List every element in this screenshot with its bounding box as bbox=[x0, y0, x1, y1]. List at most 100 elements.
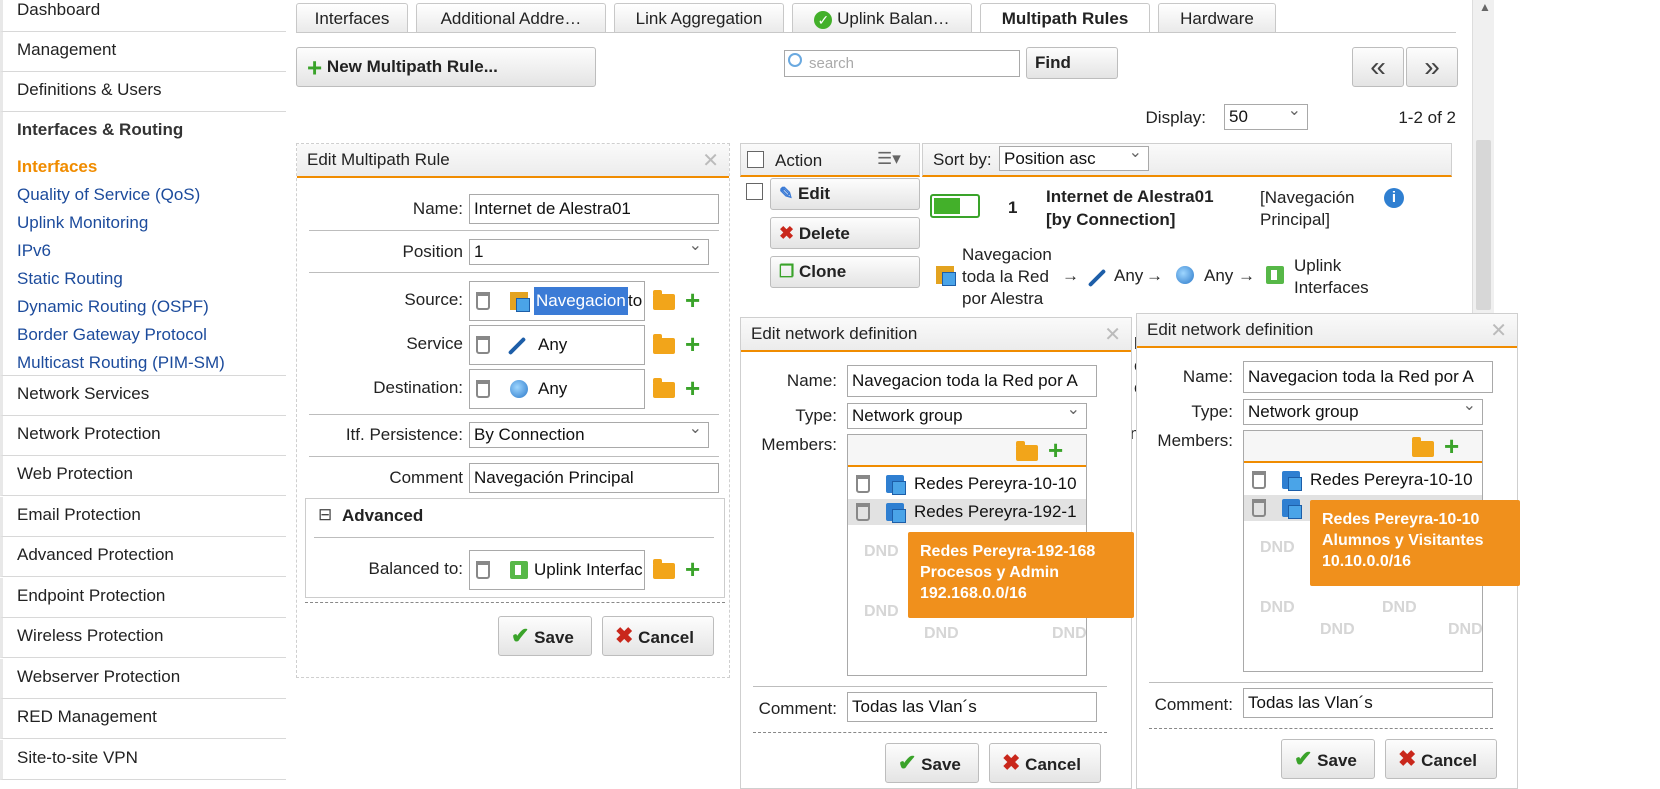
folder-icon[interactable] bbox=[653, 559, 675, 579]
next-page-button[interactable]: » bbox=[1406, 47, 1458, 87]
uplink-interfaces-icon bbox=[510, 561, 528, 579]
sidebar-item-management[interactable]: Management bbox=[0, 32, 286, 72]
list-item[interactable]: Redes Pereyra-10-10 bbox=[848, 471, 1086, 497]
cancel-button[interactable]: ✖ Cancel bbox=[602, 616, 714, 656]
network-name-input[interactable]: Navegacion toda la Red por A bbox=[1243, 361, 1493, 393]
balanced-to-field[interactable]: Uplink Interfac bbox=[469, 550, 645, 590]
advanced-heading[interactable]: Advanced bbox=[342, 506, 423, 526]
tab-interfaces[interactable]: Interfaces bbox=[296, 3, 408, 33]
tab-uplink-balancing[interactable]: ✓ Uplink Balan… bbox=[792, 3, 972, 33]
find-button[interactable]: Find bbox=[1026, 47, 1118, 79]
destination-field[interactable]: Any bbox=[469, 369, 645, 409]
folder-icon[interactable] bbox=[1412, 437, 1434, 457]
add-icon[interactable]: + bbox=[1048, 437, 1063, 463]
trash-icon[interactable] bbox=[476, 292, 490, 310]
folder-icon[interactable] bbox=[653, 334, 675, 354]
sidebar-subitem-uplink-monitoring[interactable]: Uplink Monitoring bbox=[17, 213, 148, 233]
collapse-icon[interactable]: ⊟ bbox=[318, 505, 332, 525]
sidebar-item-email-protection[interactable]: Email Protection bbox=[0, 497, 286, 537]
sidebar-item-endpoint-protection[interactable]: Endpoint Protection bbox=[0, 578, 286, 618]
globe-icon bbox=[510, 380, 528, 398]
source-field[interactable]: Navegacion to bbox=[469, 281, 645, 321]
folder-icon[interactable] bbox=[653, 378, 675, 398]
comment-input[interactable]: Navegación Principal bbox=[469, 463, 719, 493]
edit-rule-button[interactable]: ✎ Edit bbox=[770, 178, 920, 210]
add-icon[interactable]: + bbox=[685, 556, 700, 582]
folder-icon[interactable] bbox=[1016, 441, 1038, 461]
close-icon[interactable]: ✕ bbox=[1490, 318, 1507, 343]
sidebar-subitem-static-routing[interactable]: Static Routing bbox=[17, 269, 123, 289]
rule-status-toggle[interactable] bbox=[930, 194, 980, 218]
trash-icon[interactable] bbox=[476, 561, 490, 579]
trash-icon[interactable] bbox=[1252, 499, 1266, 517]
sidebar-item-network-protection[interactable]: Network Protection bbox=[0, 416, 286, 456]
rule-name-input[interactable]: Internet de Alestra01 bbox=[469, 194, 719, 224]
comment-input[interactable]: Todas las Vlan´s bbox=[1243, 688, 1493, 718]
tab-hardware[interactable]: Hardware bbox=[1158, 3, 1276, 33]
trash-icon[interactable] bbox=[1252, 471, 1266, 489]
position-select[interactable]: 1 bbox=[469, 239, 709, 265]
save-button[interactable]: ✔ Save bbox=[885, 743, 979, 783]
persistence-select[interactable]: By Connection bbox=[469, 422, 709, 448]
sidebar-subitem-qos[interactable]: Quality of Service (QoS) bbox=[17, 185, 200, 205]
scrollbar-thumb[interactable] bbox=[1476, 140, 1491, 310]
network-name-input[interactable]: Navegacion toda la Red por A bbox=[847, 365, 1097, 397]
add-icon[interactable]: + bbox=[685, 375, 700, 401]
sidebar-subitem-ipv6[interactable]: IPv6 bbox=[17, 241, 51, 261]
sort-select[interactable]: Position asc bbox=[999, 146, 1149, 171]
close-icon[interactable]: ✕ bbox=[1104, 322, 1121, 347]
tab-multipath-rules[interactable]: Multipath Rules bbox=[980, 3, 1150, 33]
button-label: Cancel bbox=[638, 628, 694, 647]
sidebar-item-webserver-protection[interactable]: Webserver Protection bbox=[0, 659, 286, 699]
list-menu-icon[interactable]: ☰▾ bbox=[877, 149, 901, 169]
folder-icon[interactable] bbox=[653, 290, 675, 310]
sidebar-subitem-bgp[interactable]: Border Gateway Protocol bbox=[17, 325, 207, 345]
type-select[interactable]: Network group bbox=[847, 403, 1087, 429]
sidebar-item-site-to-site-vpn[interactable]: Site-to-site VPN bbox=[0, 740, 286, 780]
sidebar-subitem-multicast[interactable]: Multicast Routing (PIM-SM) bbox=[17, 353, 225, 373]
sidebar-subitem-interfaces[interactable]: Interfaces bbox=[17, 157, 97, 177]
save-button[interactable]: ✔ Save bbox=[498, 616, 592, 656]
delete-rule-button[interactable]: ✖ Delete bbox=[770, 217, 920, 249]
sidebar-subitem-ospf[interactable]: Dynamic Routing (OSPF) bbox=[17, 297, 209, 317]
new-multipath-rule-button[interactable]: + New Multipath Rule... bbox=[296, 47, 596, 87]
rule-service: Any bbox=[1114, 266, 1144, 285]
sidebar-item-network-services[interactable]: Network Services bbox=[0, 376, 286, 416]
add-icon[interactable]: + bbox=[685, 287, 700, 313]
cancel-button[interactable]: ✖ Cancel bbox=[989, 743, 1101, 783]
sidebar-item-advanced-protection[interactable]: Advanced Protection bbox=[0, 537, 286, 577]
add-icon[interactable]: + bbox=[1444, 433, 1459, 459]
trash-icon[interactable] bbox=[476, 336, 490, 354]
trash-icon[interactable] bbox=[856, 503, 870, 521]
list-item[interactable]: Redes Pereyra-192-1 bbox=[848, 499, 1086, 525]
search-input[interactable]: search bbox=[784, 50, 1020, 77]
list-item[interactable]: Redes Pereyra-10-10 bbox=[1244, 467, 1482, 493]
trash-icon[interactable] bbox=[856, 475, 870, 493]
comment-input[interactable]: Todas las Vlan´s bbox=[847, 692, 1097, 722]
type-select[interactable]: Network group bbox=[1243, 399, 1483, 425]
sidebar-item-red-management[interactable]: RED Management bbox=[0, 699, 286, 739]
sidebar-item-dashboard[interactable]: Dashboard bbox=[0, 0, 286, 32]
input-value: Navegación Principal bbox=[474, 468, 634, 487]
service-field[interactable]: Any bbox=[469, 325, 645, 365]
clone-rule-button[interactable]: ❐ Clone bbox=[770, 256, 920, 288]
sidebar-item-definitions[interactable]: Definitions & Users bbox=[0, 72, 286, 112]
scroll-up-icon[interactable]: ▲ bbox=[1479, 0, 1491, 14]
trash-icon[interactable] bbox=[476, 380, 490, 398]
add-icon[interactable]: + bbox=[685, 331, 700, 357]
sidebar-item-web-protection[interactable]: Web Protection bbox=[0, 456, 286, 496]
tab-link-aggregation[interactable]: Link Aggregation bbox=[614, 3, 784, 33]
cancel-button[interactable]: ✖ Cancel bbox=[1385, 739, 1497, 779]
button-label: Find bbox=[1035, 53, 1071, 72]
display-select[interactable]: 50 bbox=[1224, 104, 1308, 130]
rule-row-checkbox[interactable] bbox=[746, 183, 763, 200]
save-button[interactable]: ✔ Save bbox=[1281, 739, 1375, 779]
button-label: Delete bbox=[798, 224, 850, 243]
previous-page-button[interactable]: « bbox=[1352, 47, 1404, 87]
close-icon[interactable]: ✕ bbox=[702, 148, 719, 173]
select-all-checkbox[interactable] bbox=[747, 151, 764, 168]
tab-additional-addresses[interactable]: Additional Addre… bbox=[416, 3, 606, 33]
sidebar-item-wireless-protection[interactable]: Wireless Protection bbox=[0, 618, 286, 658]
info-icon[interactable]: i bbox=[1384, 188, 1404, 208]
arrow-icon: → bbox=[1146, 266, 1163, 285]
